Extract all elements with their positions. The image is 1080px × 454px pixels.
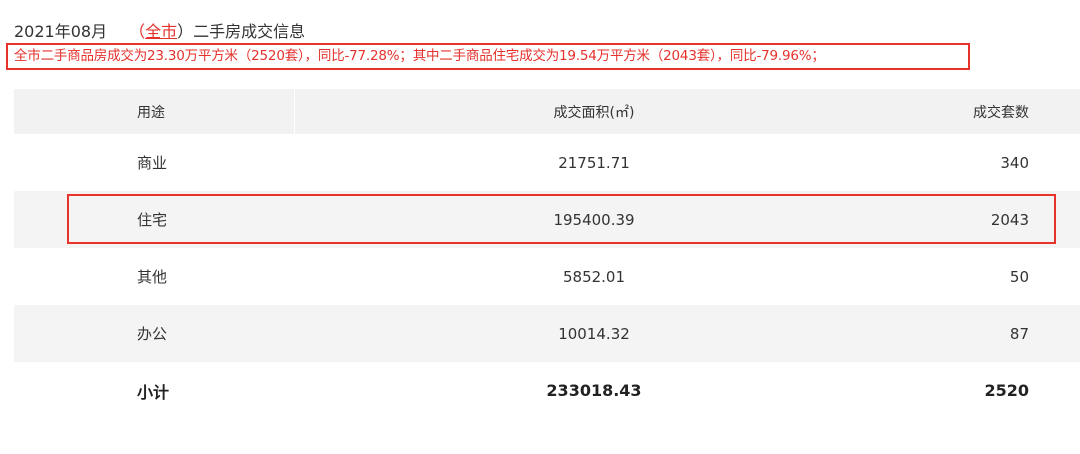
total-label: 小计 [137, 382, 170, 402]
title-text: 二手房成交信息 [193, 22, 306, 41]
table-row: 商业 21751.71 340 [14, 134, 1080, 191]
area-link[interactable]: 全市 [145, 22, 177, 41]
cell-use: 办公 [137, 325, 168, 343]
total-count: 2520 [984, 381, 1029, 400]
area-close-paren: ） [177, 22, 194, 41]
area-open-paren: （ [129, 22, 146, 41]
cell-area: 21751.71 [558, 153, 630, 172]
transactions-table: 用途 成交面积(㎡) 成交套数 商业 21751.71 340 住宅 19540… [14, 89, 1080, 419]
cell-count: 87 [1009, 324, 1029, 343]
cell-area: 5852.01 [562, 267, 626, 286]
column-header-count: 成交套数 [973, 104, 1029, 121]
residential-row-highlight-box [67, 194, 1056, 244]
table-row: 办公 10014.32 87 [14, 305, 1080, 362]
column-header-use: 用途 [137, 104, 165, 121]
total-area: 233018.43 [546, 381, 642, 400]
period-label: 2021年08月 [14, 22, 108, 41]
header-divider [294, 89, 295, 134]
cell-use: 其他 [137, 268, 168, 286]
table-row: 其他 5852.01 50 [14, 248, 1080, 305]
summary-text: 全市二手商品房成交为23.30万平方米（2520套），同比-77.28%；其中二… [14, 48, 825, 64]
cell-count: 340 [1000, 153, 1029, 172]
cell-area: 10014.32 [558, 324, 630, 343]
table-total-row: 小计 233018.43 2520 [14, 362, 1080, 419]
page-title: 2021年08月 （全市）二手房成交信息 [14, 22, 305, 42]
cell-use: 商业 [137, 154, 168, 172]
table-header: 用途 成交面积(㎡) 成交套数 [14, 89, 1080, 134]
cell-count: 50 [1009, 267, 1029, 286]
column-header-area: 成交面积(㎡) [553, 104, 635, 121]
